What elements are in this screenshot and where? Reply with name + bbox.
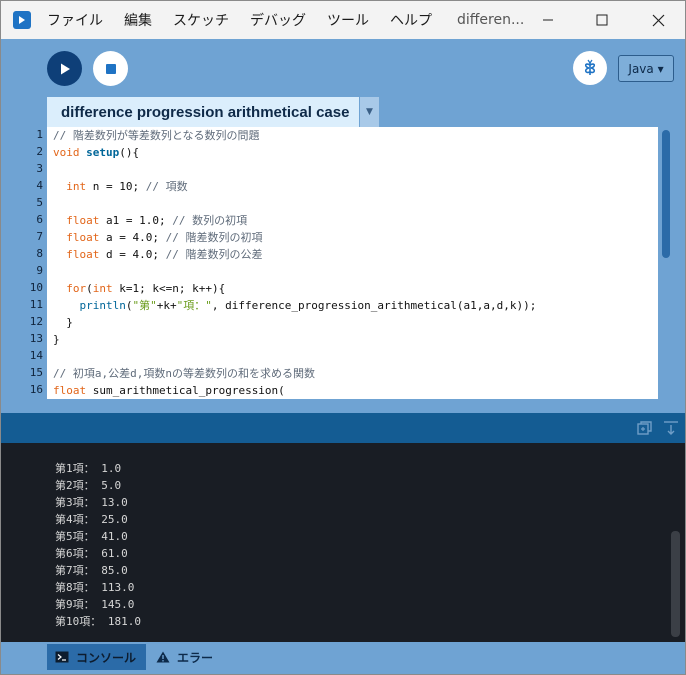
maximize-icon xyxy=(596,14,608,26)
console-scrollbar[interactable] xyxy=(671,531,680,637)
editor-area: 1 2 3 4 5 6 7 8 9 10 11 12 13 14 15 16 /… xyxy=(1,127,685,399)
console-line: 第5項： 41.0 xyxy=(55,530,128,543)
line-number: 7 xyxy=(36,230,43,243)
code-editor[interactable]: // 階差数列が等差数列となる数列の問題 void setup(){ int n… xyxy=(47,127,658,399)
line-number: 8 xyxy=(36,247,43,260)
menu-tools[interactable]: ツール xyxy=(327,10,369,30)
menu-sketch[interactable]: スケッチ xyxy=(173,10,229,30)
line-number-gutter: 1 2 3 4 5 6 7 8 9 10 11 12 13 14 15 16 xyxy=(1,127,47,399)
code-line[interactable]: float a1 = 1.0; // 数列の初項 xyxy=(53,212,247,229)
window-title: differen... xyxy=(457,12,525,28)
line-number: 9 xyxy=(36,264,43,277)
minimize-icon xyxy=(543,19,553,21)
warning-icon xyxy=(156,651,170,663)
stop-icon xyxy=(105,63,116,74)
code-line[interactable]: } xyxy=(53,331,60,348)
code-line[interactable]: void setup(){ xyxy=(53,144,139,161)
console-divider[interactable] xyxy=(1,399,685,413)
debug-button[interactable] xyxy=(573,51,607,85)
console-output[interactable]: 第1項： 1.0 第2項： 5.0 第3項： 13.0 第4項： 25.0 第5… xyxy=(1,443,685,642)
line-number: 2 xyxy=(36,145,43,158)
minimize-button[interactable] xyxy=(521,1,575,39)
console-line: 第4項： 25.0 xyxy=(55,513,128,526)
code-line[interactable]: println("第"+k+"項：", difference_progressi… xyxy=(53,297,537,314)
editor-scrollbar[interactable] xyxy=(658,127,675,399)
line-number: 14 xyxy=(29,349,43,362)
status-tab-bar: コンソール エラー xyxy=(1,642,685,674)
tab-errors[interactable]: エラー xyxy=(156,644,236,670)
console-line: 第8項： 113.0 xyxy=(55,581,135,594)
mode-selector[interactable]: Java ▾ xyxy=(618,55,674,82)
tab-console[interactable]: コンソール xyxy=(47,644,146,670)
console-line: 第1項： 1.0 xyxy=(55,462,122,475)
code-line[interactable]: // 階差数列が等差数列となる数列の問題 xyxy=(53,127,260,144)
console-tab-label: コンソール xyxy=(76,650,137,665)
console-line: 第3項： 13.0 xyxy=(55,496,128,509)
processing-window: ファイル 編集 スケッチ デバッグ ツール ヘルプ differen... Ja… xyxy=(0,0,686,675)
tab-sketch[interactable]: difference progression arithmetical case xyxy=(47,97,359,127)
chevron-down-icon: ▼ xyxy=(366,107,373,117)
console-line: 第6項： 61.0 xyxy=(55,547,128,560)
menu-file[interactable]: ファイル xyxy=(47,10,103,30)
line-number: 12 xyxy=(29,315,43,328)
console-toolbar xyxy=(1,413,685,443)
console-line: 第7項： 85.0 xyxy=(55,564,128,577)
line-number: 15 xyxy=(29,366,43,379)
terminal-icon xyxy=(55,651,69,663)
close-button[interactable] xyxy=(631,1,685,39)
stop-button[interactable] xyxy=(93,51,128,86)
menu-debug[interactable]: デバッグ xyxy=(250,10,306,30)
menu-help[interactable]: ヘルプ xyxy=(390,10,432,30)
code-line[interactable]: float sum_arithmetical_progression( xyxy=(53,382,285,399)
line-number: 1 xyxy=(36,128,43,141)
play-icon xyxy=(60,63,70,74)
code-line[interactable]: float d = 4.0; // 階差数列の公差 xyxy=(53,246,262,263)
tab-menu-button[interactable]: ▼ xyxy=(360,97,379,127)
line-number: 5 xyxy=(36,196,43,209)
line-number: 4 xyxy=(36,179,43,192)
console-line: 第10項： 181.0 xyxy=(55,615,141,628)
line-number: 3 xyxy=(36,162,43,175)
code-line[interactable]: int n = 10; // 項数 xyxy=(53,178,187,195)
menu-edit[interactable]: 編集 xyxy=(124,10,152,30)
run-button[interactable] xyxy=(47,51,82,86)
maximize-button[interactable] xyxy=(575,1,629,39)
toolbar: Java ▾ xyxy=(1,39,685,97)
clear-console-icon[interactable] xyxy=(663,421,679,435)
line-number: 16 xyxy=(29,383,43,396)
console-line: 第2項： 5.0 xyxy=(55,479,122,492)
editor-scroll-thumb[interactable] xyxy=(662,130,670,258)
sketch-tab-row: difference progression arithmetical case… xyxy=(1,97,685,127)
line-number: 11 xyxy=(29,298,43,311)
processing-app-icon xyxy=(13,11,31,29)
code-line[interactable]: for(int k=1; k<=n; k++){ xyxy=(53,280,225,297)
code-line[interactable]: float a = 4.0; // 階差数列の初項 xyxy=(53,229,262,246)
title-bar: ファイル 編集 スケッチ デバッグ ツール ヘルプ differen... xyxy=(1,1,685,39)
code-line[interactable]: // 初項a,公差d,項数nの等差数列の和を求める関数 xyxy=(53,365,315,382)
copy-console-icon[interactable] xyxy=(637,421,653,435)
line-number: 13 xyxy=(29,332,43,345)
butterfly-icon xyxy=(584,59,596,75)
close-icon xyxy=(652,14,664,26)
errors-tab-label: エラー xyxy=(177,650,214,665)
line-number: 10 xyxy=(29,281,43,294)
line-number: 6 xyxy=(36,213,43,226)
console-line: 第9項： 145.0 xyxy=(55,598,135,611)
code-line[interactable]: } xyxy=(53,314,73,331)
